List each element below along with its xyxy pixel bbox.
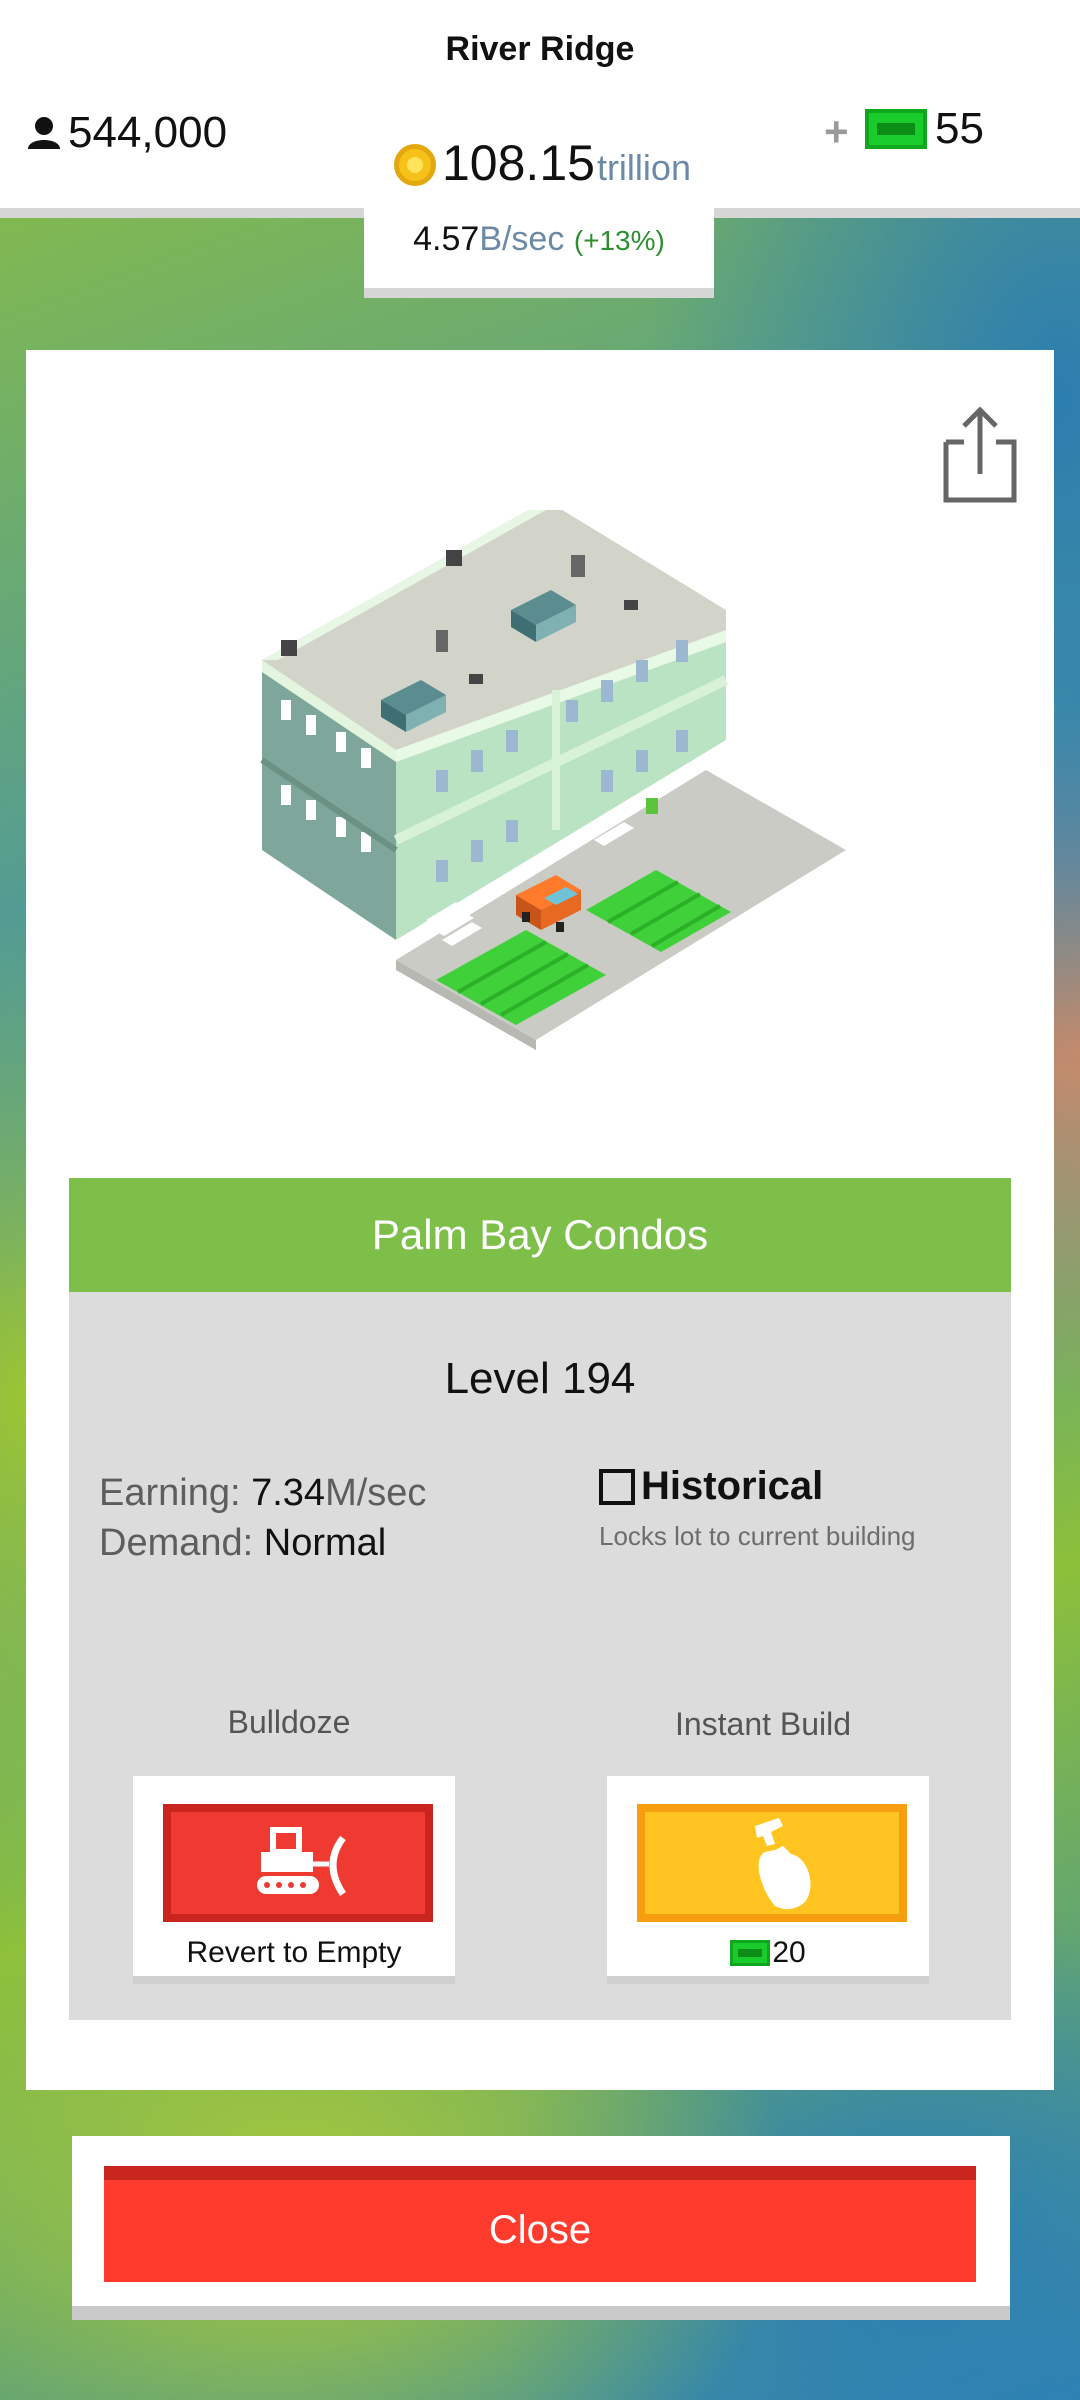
rate-unit: B/sec	[479, 220, 565, 258]
historical-row: Historical	[599, 1464, 989, 1509]
population-value: 544,000	[68, 108, 228, 157]
close-button[interactable]: Close	[104, 2166, 976, 2282]
building-stats: Earning: 7.34M/sec Demand: Normal	[99, 1468, 426, 1568]
earning-row: Earning: 7.34M/sec	[99, 1468, 426, 1518]
income-rate: 4.57B/sec (+13%)	[364, 220, 714, 259]
historical-subtitle: Locks lot to current building	[599, 1521, 916, 1551]
city-name: River Ridge	[445, 30, 635, 68]
instant-build-cost: 20	[607, 1936, 929, 1970]
coin-icon	[394, 144, 436, 186]
building-image	[260, 510, 846, 1050]
historical-label: Historical	[641, 1464, 824, 1508]
instant-build-button[interactable]: 20	[607, 1776, 929, 1984]
rate-change: (+13%)	[573, 225, 665, 256]
coins-value: 108.15	[442, 135, 595, 191]
historical-checkbox[interactable]	[599, 1468, 635, 1505]
cash-bill-icon	[865, 109, 928, 149]
add-cash-icon[interactable]: +	[824, 108, 849, 156]
coins-unit: trillion	[596, 147, 691, 188]
cash-value: 55	[935, 104, 984, 153]
bulldoze-caption: Bulldoze	[227, 1704, 351, 1740]
bulldozer-icon	[257, 1827, 346, 1896]
instant-build-cost-value: 20	[772, 1936, 806, 1969]
instant-build-face	[637, 1804, 907, 1922]
bulldoze-label: Revert to Empty	[186, 1936, 402, 1969]
coins-panel: 108.15 trillion 4.57B/sec (+13%)	[364, 120, 714, 298]
person-icon	[28, 117, 60, 149]
close-frame: Close	[72, 2136, 1010, 2320]
historical-toggle[interactable]: Historical Locks lot to current building	[599, 1464, 989, 1552]
hammer-hand-icon	[755, 1818, 811, 1910]
coins-row: 108.15 trillion	[394, 134, 691, 192]
building-info-panel: Level 194 Earning: 7.34M/sec Demand: Nor…	[69, 1292, 1011, 2020]
rate-value: 4.57	[413, 220, 480, 258]
share-icon[interactable]	[936, 404, 1020, 504]
building-name: Palm Bay Condos	[69, 1178, 1011, 1292]
building-level: Level 194	[444, 1354, 636, 1403]
earning-unit: M/sec	[325, 1472, 427, 1514]
demand-value: Normal	[263, 1522, 387, 1564]
instant-build-caption: Instant Build	[674, 1706, 852, 1742]
bulldoze-button[interactable]: Revert to Empty	[133, 1776, 455, 1984]
building-dialog: Palm Bay Condos Level 194 Earning: 7.34M…	[26, 350, 1054, 2090]
cash-counter[interactable]: 55	[865, 104, 984, 154]
demand-row: Demand: Normal	[99, 1518, 426, 1568]
demand-label: Demand:	[99, 1522, 254, 1564]
cash-bill-icon	[730, 1940, 771, 1966]
population-counter: 544,000	[26, 108, 227, 158]
earning-label: Earning:	[99, 1472, 241, 1514]
earning-value: 7.34	[251, 1472, 326, 1514]
bulldoze-face	[163, 1804, 433, 1922]
